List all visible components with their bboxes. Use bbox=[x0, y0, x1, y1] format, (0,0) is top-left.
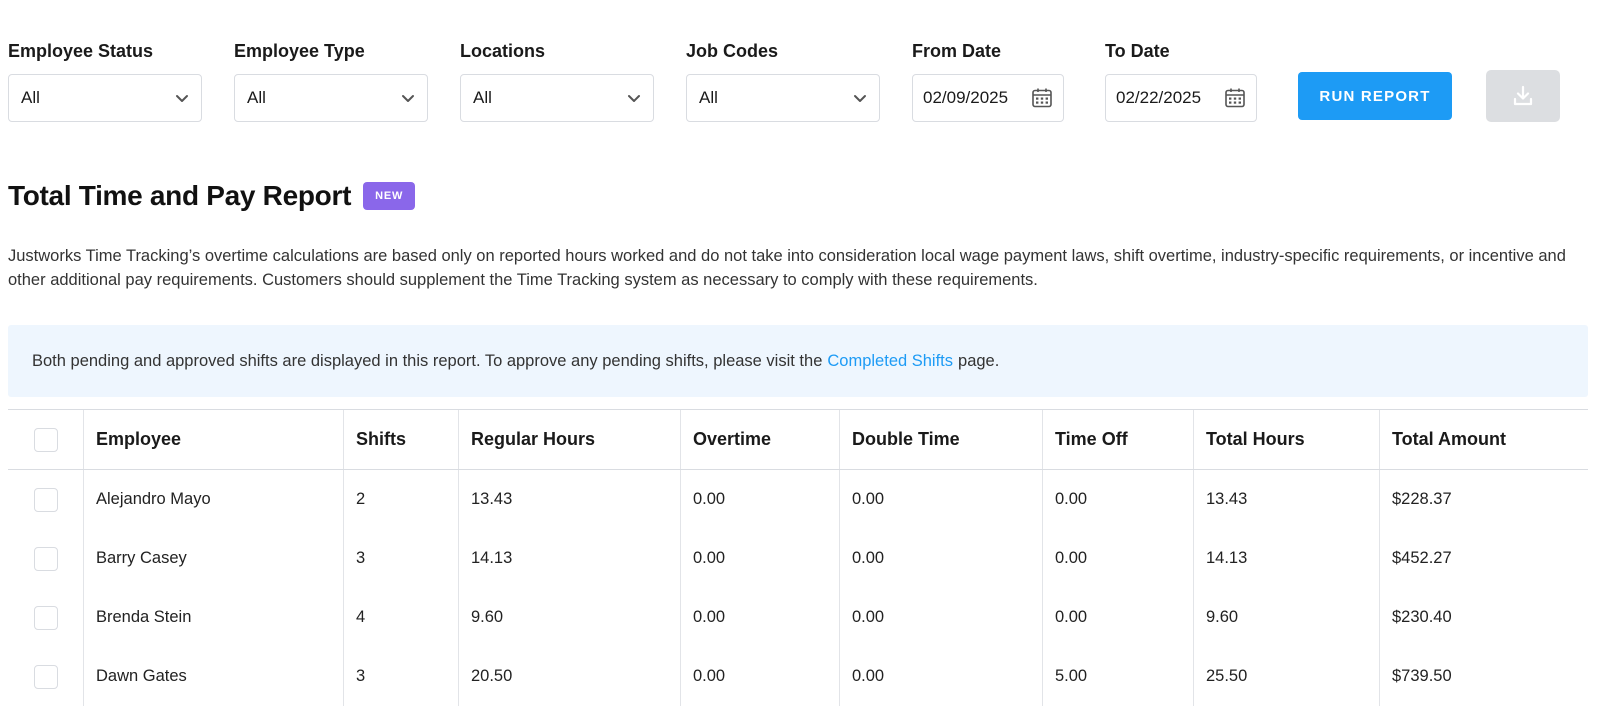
row-checkbox[interactable] bbox=[33, 664, 58, 689]
table-row: Alejandro Mayo 2 13.43 0.00 0.00 0.00 13… bbox=[8, 470, 1588, 529]
cell-employee: Barry Casey bbox=[84, 529, 344, 588]
filter-label: Employee Type bbox=[234, 41, 365, 61]
calendar-icon[interactable] bbox=[1031, 87, 1053, 109]
cell-employee: Brenda Stein bbox=[84, 588, 344, 647]
cell-overtime: 0.00 bbox=[681, 647, 840, 706]
filter-locations: Locations All bbox=[460, 38, 654, 122]
completed-shifts-link[interactable]: Completed Shifts bbox=[827, 352, 953, 371]
employee-type-select[interactable]: All bbox=[234, 74, 428, 122]
filter-to-date: To Date 02/22/2025 bbox=[1105, 38, 1257, 122]
select-all-checkbox[interactable] bbox=[33, 427, 58, 452]
row-checkbox[interactable] bbox=[33, 546, 58, 571]
filter-from-date: From Date 02/09/2025 bbox=[912, 38, 1064, 122]
info-text: Both pending and approved shifts are dis… bbox=[32, 351, 823, 370]
column-header-time-off[interactable]: Time Off bbox=[1043, 410, 1194, 469]
chevron-down-icon bbox=[628, 95, 640, 102]
page-title: Total Time and Pay Report bbox=[8, 180, 352, 211]
cell-time-off: 0.00 bbox=[1043, 588, 1194, 647]
row-checkbox-cell bbox=[8, 588, 84, 647]
info-text-end: page. bbox=[958, 351, 1000, 370]
cell-shifts: 3 bbox=[344, 647, 459, 706]
to-date-input[interactable]: 02/22/2025 bbox=[1105, 74, 1257, 122]
cell-total-hours: 9.60 bbox=[1194, 588, 1380, 647]
info-banner: Both pending and approved shifts are dis… bbox=[8, 325, 1588, 397]
cell-shifts: 2 bbox=[344, 470, 459, 529]
report-page: Employee Status All Employee Type All Lo… bbox=[0, 0, 1600, 711]
chevron-down-icon bbox=[854, 95, 866, 102]
select-value: All bbox=[473, 88, 492, 107]
table-header-row: Employee Shifts Regular Hours Overtime D… bbox=[8, 410, 1588, 470]
cell-total-amount: $230.40 bbox=[1392, 608, 1452, 626]
locations-select[interactable]: All bbox=[460, 74, 654, 122]
report-table: Employee Shifts Regular Hours Overtime D… bbox=[8, 409, 1588, 706]
cell-employee: Dawn Gates bbox=[84, 647, 344, 706]
filter-label: To Date bbox=[1105, 41, 1170, 61]
filter-employee-type: Employee Type All bbox=[234, 38, 428, 122]
cell-overtime: 0.00 bbox=[681, 470, 840, 529]
cell-total-hours: 14.13 bbox=[1194, 529, 1380, 588]
cell-time-off: 5.00 bbox=[1043, 647, 1194, 706]
cell-double-time: 0.00 bbox=[840, 588, 1043, 647]
row-checkbox[interactable] bbox=[33, 487, 58, 512]
column-header-overtime[interactable]: Overtime bbox=[681, 410, 840, 469]
cell-overtime: 0.00 bbox=[681, 529, 840, 588]
cell-regular-hours: 14.13 bbox=[459, 529, 681, 588]
row-checkbox-cell bbox=[8, 470, 84, 529]
row-checkbox-cell bbox=[8, 647, 84, 706]
cell-time-off: 0.00 bbox=[1043, 529, 1194, 588]
overtime-disclaimer: Justworks Time Tracking’s overtime calcu… bbox=[8, 247, 1566, 289]
calendar-icon[interactable] bbox=[1224, 87, 1246, 109]
report-header: Total Time and Pay Report NEW bbox=[8, 180, 416, 212]
filter-label: Job Codes bbox=[686, 41, 779, 61]
cell-double-time: 0.00 bbox=[840, 529, 1043, 588]
chevron-down-icon bbox=[176, 95, 188, 102]
cell-overtime: 0.00 bbox=[681, 588, 840, 647]
cell-shifts: 4 bbox=[344, 588, 459, 647]
filter-bar: Employee Status All Employee Type All Lo… bbox=[0, 0, 1600, 130]
filter-employee-status: Employee Status All bbox=[8, 38, 202, 122]
column-header-regular-hours[interactable]: Regular Hours bbox=[459, 410, 681, 469]
download-button[interactable] bbox=[1486, 70, 1560, 122]
date-value: 02/22/2025 bbox=[1116, 88, 1202, 107]
date-value: 02/09/2025 bbox=[923, 88, 1009, 107]
cell-regular-hours: 9.60 bbox=[459, 588, 681, 647]
cell-employee: Alejandro Mayo bbox=[84, 470, 344, 529]
chevron-down-icon bbox=[402, 95, 414, 102]
column-header-total-amount[interactable]: Total Amount bbox=[1380, 410, 1588, 469]
employee-status-select[interactable]: All bbox=[8, 74, 202, 122]
cell-shifts: 3 bbox=[344, 529, 459, 588]
select-value: All bbox=[247, 88, 266, 107]
cell-regular-hours: 13.43 bbox=[459, 470, 681, 529]
from-date-input[interactable]: 02/09/2025 bbox=[912, 74, 1064, 122]
download-icon bbox=[1513, 85, 1533, 106]
row-checkbox[interactable] bbox=[33, 605, 58, 630]
filter-label: Locations bbox=[460, 41, 546, 61]
new-badge: NEW bbox=[363, 182, 416, 210]
filter-label: From Date bbox=[912, 41, 1002, 61]
select-value: All bbox=[21, 88, 40, 107]
table-row: Barry Casey 3 14.13 0.00 0.00 0.00 14.13… bbox=[8, 529, 1588, 588]
cell-total-hours: 25.50 bbox=[1194, 647, 1380, 706]
cell-total-amount: $452.27 bbox=[1392, 549, 1452, 567]
filter-job-codes: Job Codes All bbox=[686, 38, 880, 122]
row-checkbox-cell bbox=[8, 529, 84, 588]
cell-total-amount: $228.37 bbox=[1392, 490, 1452, 508]
table-row: Brenda Stein 4 9.60 0.00 0.00 0.00 9.60 … bbox=[8, 588, 1588, 647]
cell-time-off: 0.00 bbox=[1043, 470, 1194, 529]
filter-label: Employee Status bbox=[8, 41, 154, 61]
run-report-button[interactable]: RUN REPORT bbox=[1298, 72, 1452, 120]
select-value: All bbox=[699, 88, 718, 107]
cell-total-amount: $739.50 bbox=[1392, 667, 1452, 685]
column-header-double-time[interactable]: Double Time bbox=[840, 410, 1043, 469]
cell-regular-hours: 20.50 bbox=[459, 647, 681, 706]
header-checkbox-cell bbox=[8, 410, 84, 469]
column-header-shifts[interactable]: Shifts bbox=[344, 410, 459, 469]
cell-double-time: 0.00 bbox=[840, 647, 1043, 706]
table-row: Dawn Gates 3 20.50 0.00 0.00 5.00 25.50 … bbox=[8, 647, 1588, 706]
job-codes-select[interactable]: All bbox=[686, 74, 880, 122]
cell-total-hours: 13.43 bbox=[1194, 470, 1380, 529]
cell-double-time: 0.00 bbox=[840, 470, 1043, 529]
column-header-total-hours[interactable]: Total Hours bbox=[1194, 410, 1380, 469]
column-header-employee[interactable]: Employee bbox=[84, 410, 344, 469]
